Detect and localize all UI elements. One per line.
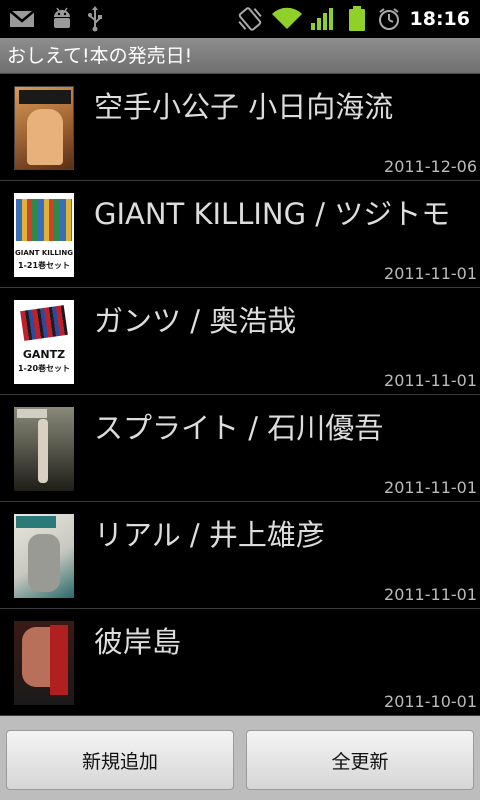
book-list-item[interactable]: GIANT KILLING 1-21巻セット GIANT KILLING / ツ… (0, 181, 480, 288)
refresh-all-button[interactable]: 全更新 (246, 730, 474, 790)
book-list-item[interactable]: リアル / 井上雄彦 2011-11-01 (0, 502, 480, 609)
add-new-button[interactable]: 新規追加 (6, 730, 234, 790)
android-debug-icon (44, 0, 80, 38)
real-manga-cover-icon (14, 514, 74, 598)
karate-manga-cover-icon (14, 86, 74, 170)
vibrate-icon (232, 0, 268, 38)
book-title: 空手小公子 小日向海流 (94, 90, 394, 124)
release-date: 2011-12-06 (384, 157, 477, 176)
gmail-icon (0, 0, 44, 38)
cover-text: GIANT KILLING (15, 249, 73, 257)
action-bar: 新規追加 全更新 (0, 716, 480, 800)
release-date: 2011-11-01 (384, 478, 477, 497)
gantz-box-set-cover-icon: GANTZ 1-20巻セット (14, 300, 74, 384)
alarm-icon (374, 0, 404, 38)
book-title: スプライト / 石川優吾 (94, 411, 384, 445)
usb-icon (80, 0, 110, 38)
app-title-bar: おしえて!本の発売日! (0, 38, 480, 74)
book-list-item[interactable]: 彼岸島 2011-10-01 (0, 609, 480, 716)
wifi-icon (268, 0, 306, 38)
release-date: 2011-11-01 (384, 264, 477, 283)
status-bar: 18:16 (0, 0, 480, 38)
app-title: おしえて!本の発売日! (7, 45, 193, 67)
status-bar-system: 18:16 (232, 0, 480, 38)
battery-icon (340, 0, 374, 38)
release-date: 2011-11-01 (384, 585, 477, 604)
book-title: 彼岸島 (94, 625, 182, 659)
book-list-item[interactable]: スプライト / 石川優吾 2011-11-01 (0, 395, 480, 502)
book-title: ガンツ / 奥浩哉 (94, 304, 297, 338)
giant-killing-box-set-cover-icon: GIANT KILLING 1-21巻セット (14, 193, 74, 277)
cover-text: 1-21巻セット (17, 261, 71, 270)
book-list[interactable]: 空手小公子 小日向海流 2011-12-06 GIANT KILLING 1-2… (0, 74, 480, 716)
higanjima-manga-cover-icon (14, 621, 74, 705)
book-title: GIANT KILLING / ツジトモ (94, 197, 451, 231)
book-list-item[interactable]: 空手小公子 小日向海流 2011-12-06 (0, 74, 480, 181)
status-bar-notifications (0, 0, 110, 38)
clock-time: 18:16 (409, 8, 470, 30)
release-date: 2011-11-01 (384, 371, 477, 390)
signal-icon (306, 0, 340, 38)
release-date: 2011-10-01 (384, 692, 477, 711)
sprite-manga-cover-icon (14, 407, 74, 491)
book-list-item[interactable]: GANTZ 1-20巻セット ガンツ / 奥浩哉 2011-11-01 (0, 288, 480, 395)
cover-text: 1-20巻セット (17, 364, 71, 373)
cover-text: GANTZ (22, 348, 66, 361)
book-title: リアル / 井上雄彦 (94, 518, 325, 552)
